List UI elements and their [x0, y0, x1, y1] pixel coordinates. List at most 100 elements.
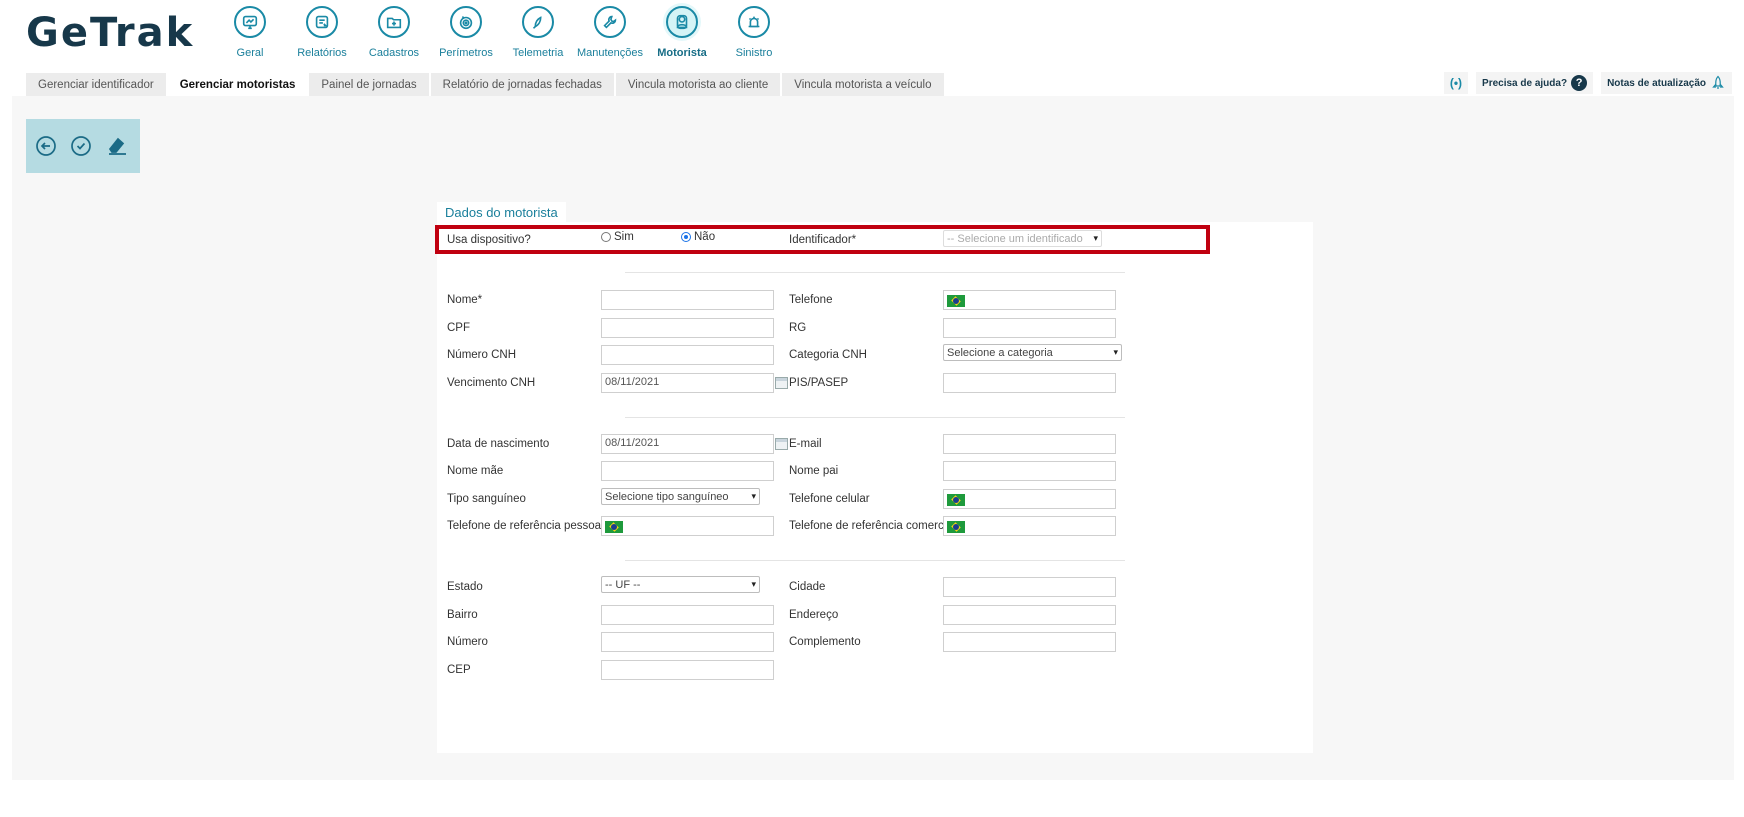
data-nascimento-input[interactable]: 08/11/2021 — [601, 434, 774, 454]
brazil-flag-icon — [605, 521, 623, 533]
cpf-input[interactable] — [601, 318, 774, 338]
radio-sim-dot — [601, 232, 611, 242]
help-link[interactable]: Precisa de ajuda? ? — [1476, 72, 1594, 94]
target-icon — [450, 6, 482, 38]
nav-label: Geral — [236, 47, 264, 59]
categoria-cnh-label: Categoria CNH — [789, 349, 867, 361]
nav-label: Sinistro — [735, 47, 773, 59]
nav-label: Manutenções — [576, 47, 644, 59]
numero-cnh-input[interactable] — [601, 345, 774, 365]
data-nascimento-label: Data de nascimento — [447, 438, 550, 450]
complemento-input[interactable] — [943, 632, 1116, 652]
cidade-input[interactable] — [943, 577, 1116, 597]
tipo-sanguineo-select[interactable]: Selecione tipo sanguíneo ▾ — [601, 488, 760, 505]
radio-nao[interactable]: Não — [681, 231, 715, 243]
brazil-flag-icon — [947, 295, 965, 307]
email-input[interactable] — [943, 434, 1116, 454]
nav-label: Telemetria — [512, 47, 564, 59]
check-icon — [71, 136, 92, 156]
nome-mae-input[interactable] — [601, 461, 774, 481]
confirm-button[interactable] — [69, 133, 93, 159]
identificador-label: Identificador* — [789, 234, 857, 246]
tipo-sanguineo-label: Tipo sanguíneo — [447, 493, 526, 505]
telefone-celular-label: Telefone celular — [789, 493, 870, 505]
tab-vincula-veiculo[interactable]: Vincula motorista a veículo — [782, 73, 944, 96]
folder-plus-icon — [378, 6, 410, 38]
release-notes-label: Notas de atualização — [1607, 77, 1706, 89]
bairro-input[interactable] — [601, 605, 774, 625]
tab-painel-jornadas[interactable]: Painel de jornadas — [309, 73, 429, 96]
nav-motorista[interactable]: Motorista — [646, 6, 718, 59]
radio-nao-dot — [681, 232, 691, 242]
brazil-flag-icon — [947, 494, 965, 506]
radio-sim[interactable]: Sim — [601, 231, 634, 243]
nome-pai-input[interactable] — [943, 461, 1116, 481]
nav-manutencoes[interactable]: Manutenções — [574, 6, 646, 59]
eraser-icon — [108, 137, 126, 155]
numero-label: Número — [447, 636, 488, 648]
clear-button[interactable] — [105, 133, 129, 159]
tab-gerenciar-motoristas[interactable]: Gerenciar motoristas — [167, 73, 308, 96]
release-notes-link[interactable]: Notas de atualização — [1601, 72, 1732, 94]
driver-form: Usa dispositivo? Sim Não Identificador* … — [435, 222, 1313, 753]
tipo-sanguineo-value: Selecione tipo sanguíneo — [605, 490, 729, 503]
identificador-select[interactable]: -- Selecione um identificador -- ▾ — [943, 230, 1102, 247]
telefone-label: Telefone — [789, 294, 833, 306]
telefone-celular-input[interactable] — [943, 489, 1116, 509]
nav-telemetria[interactable]: Telemetria — [502, 6, 574, 59]
getrak-logo[interactable]: GeTrak — [26, 10, 194, 56]
alarm-icon — [738, 6, 770, 38]
nav-label: Relatórios — [297, 47, 347, 59]
divider — [625, 560, 1125, 561]
nav-label: Cadastros — [368, 47, 420, 59]
nome-label: Nome* — [447, 294, 483, 306]
nav-label: Motorista — [657, 47, 707, 59]
estado-value: -- UF -- — [605, 578, 641, 591]
estado-select[interactable]: -- UF -- ▾ — [601, 576, 760, 593]
tab-gerenciar-identificador[interactable]: Gerenciar identificador — [26, 73, 166, 96]
chevron-down-icon: ▾ — [1113, 347, 1118, 357]
help-icon: ? — [1571, 75, 1588, 91]
back-button[interactable] — [34, 133, 58, 159]
content-area: Dados do motorista Usa dispositivo? Sim … — [12, 96, 1734, 780]
complemento-label: Complemento — [789, 636, 861, 648]
rg-input[interactable] — [943, 318, 1116, 338]
top-right-links: (•) Precisa de ajuda? ? Notas de atualiz… — [1436, 72, 1732, 94]
tab-relatorio-jornadas[interactable]: Relatório de jornadas fechadas — [430, 73, 614, 96]
nav-perimetros[interactable]: Perímetros — [430, 6, 502, 59]
cpf-label: CPF — [447, 322, 470, 334]
calendar-icon[interactable] — [775, 438, 788, 450]
categoria-cnh-value: Selecione a categoria — [947, 346, 1053, 359]
nav-relatorios[interactable]: Relatórios — [286, 6, 358, 59]
sub-tabs: Gerenciar identificador Gerenciar motori… — [26, 73, 946, 96]
nav-sinistro[interactable]: Sinistro — [718, 6, 790, 59]
categoria-cnh-select[interactable]: Selecione a categoria ▾ — [943, 344, 1122, 361]
vencimento-cnh-input[interactable]: 08/11/2021 — [601, 373, 774, 393]
cep-input[interactable] — [601, 660, 774, 680]
cep-label: CEP — [447, 664, 471, 676]
estado-label: Estado — [447, 581, 483, 593]
main-nav: Geral Relatórios Cadastros Perímetros Te… — [214, 6, 790, 59]
chevron-down-icon: ▾ — [751, 579, 756, 589]
email-label: E-mail — [789, 438, 822, 450]
pis-label: PIS/PASEP — [789, 377, 849, 389]
signal-button[interactable]: (•) — [1443, 72, 1469, 94]
nav-cadastros[interactable]: Cadastros — [358, 6, 430, 59]
numero-cnh-label: Número CNH — [447, 349, 517, 361]
radio-sim-label: Sim — [614, 231, 634, 243]
calendar-icon[interactable] — [775, 377, 788, 389]
form-section-title: Dados do motorista — [437, 202, 566, 222]
nav-geral[interactable]: Geral — [214, 6, 286, 59]
nome-input[interactable] — [601, 290, 774, 310]
numero-input[interactable] — [601, 632, 774, 652]
tab-vincula-cliente[interactable]: Vincula motorista ao cliente — [615, 73, 781, 96]
endereco-input[interactable] — [943, 605, 1116, 625]
tel-ref-comercial-input[interactable] — [943, 516, 1116, 536]
tel-ref-pessoal-input[interactable] — [601, 516, 774, 536]
app-root: GeTrak Geral Relatórios Cadastros Períme… — [0, 0, 1744, 817]
telefone-input[interactable] — [943, 290, 1116, 310]
nome-pai-label: Nome pai — [789, 465, 839, 477]
back-icon — [36, 136, 57, 156]
antenna-icon: (•) — [1449, 76, 1463, 90]
pis-input[interactable] — [943, 373, 1116, 393]
